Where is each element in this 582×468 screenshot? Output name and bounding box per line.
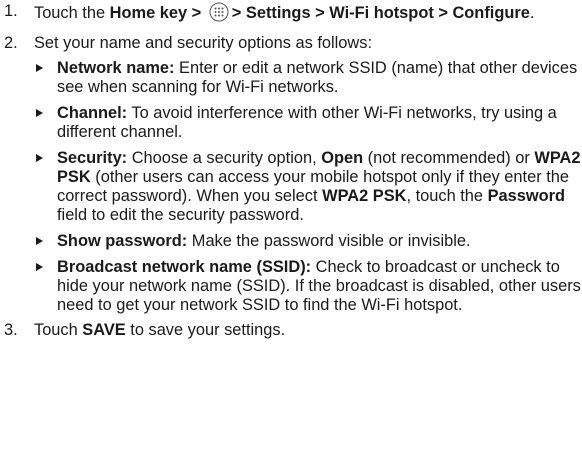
settings-path: > Settings > Wi-Fi hotspot > Configure [231, 4, 530, 22]
option-label: Network name: [57, 59, 175, 77]
step-1: 1. Touch the Home key > > Settings > Wi-… [0, 2, 582, 27]
apps-grid-icon [209, 2, 229, 27]
step-2: 2. Set your name and security options as… [0, 34, 582, 53]
step-3: 3. Touch SAVE to save your settings. [0, 321, 582, 340]
bullet-arrow-icon [36, 237, 43, 245]
option-keyword: WPA2 PSK [322, 187, 407, 205]
options-list: Network name: Enter or edit a network SS… [0, 59, 582, 315]
option-text: field to edit the security password. [57, 206, 304, 224]
text-run: key > [155, 4, 206, 22]
text-run: Touch the [34, 4, 110, 22]
list-item: Security: Choose a security option, Open… [34, 149, 582, 225]
option-text: (not recommended) or [363, 149, 535, 167]
bullet-arrow-icon [36, 154, 43, 162]
step-number: 2. [4, 34, 18, 52]
save-keyword: SAVE [82, 321, 126, 339]
option-text: Make the password visible or invisible. [187, 232, 471, 250]
step-number: 1. [4, 2, 18, 20]
option-text: , touch the [406, 187, 488, 205]
list-item: Broadcast network name (SSID): Check to … [34, 258, 582, 315]
step-text: Touch SAVE to save your settings. [34, 321, 582, 340]
option-text: Choose a security option, [127, 149, 322, 167]
option-keyword: Password [487, 187, 566, 205]
option-label: Channel: [57, 104, 128, 122]
list-item: Channel: To avoid interference with othe… [34, 104, 582, 142]
option-keyword: Open [321, 149, 364, 167]
list-item: Network name: Enter or edit a network SS… [34, 59, 582, 97]
step-text: Set your name and security options as fo… [34, 34, 373, 52]
text-run: to save your settings. [125, 321, 286, 339]
option-text: To avoid interference with other Wi-Fi n… [57, 104, 557, 141]
bullet-arrow-icon [36, 64, 43, 72]
step-number: 3. [4, 321, 18, 339]
instruction-page: 1. Touch the Home key > > Settings > Wi-… [0, 0, 582, 468]
step-text: Touch the Home key > > Settings > Wi-Fi … [34, 2, 582, 27]
text-run: . [529, 4, 535, 22]
option-label: Broadcast network name (SSID): [57, 258, 312, 276]
list-item: Show password: Make the password visible… [34, 232, 582, 251]
option-label: Show password: [57, 232, 188, 250]
home-key-label: Home [109, 4, 156, 22]
bullet-arrow-icon [36, 263, 43, 271]
option-label: Security: [57, 149, 128, 167]
text-run: Touch [34, 321, 83, 339]
bullet-arrow-icon [36, 109, 43, 117]
